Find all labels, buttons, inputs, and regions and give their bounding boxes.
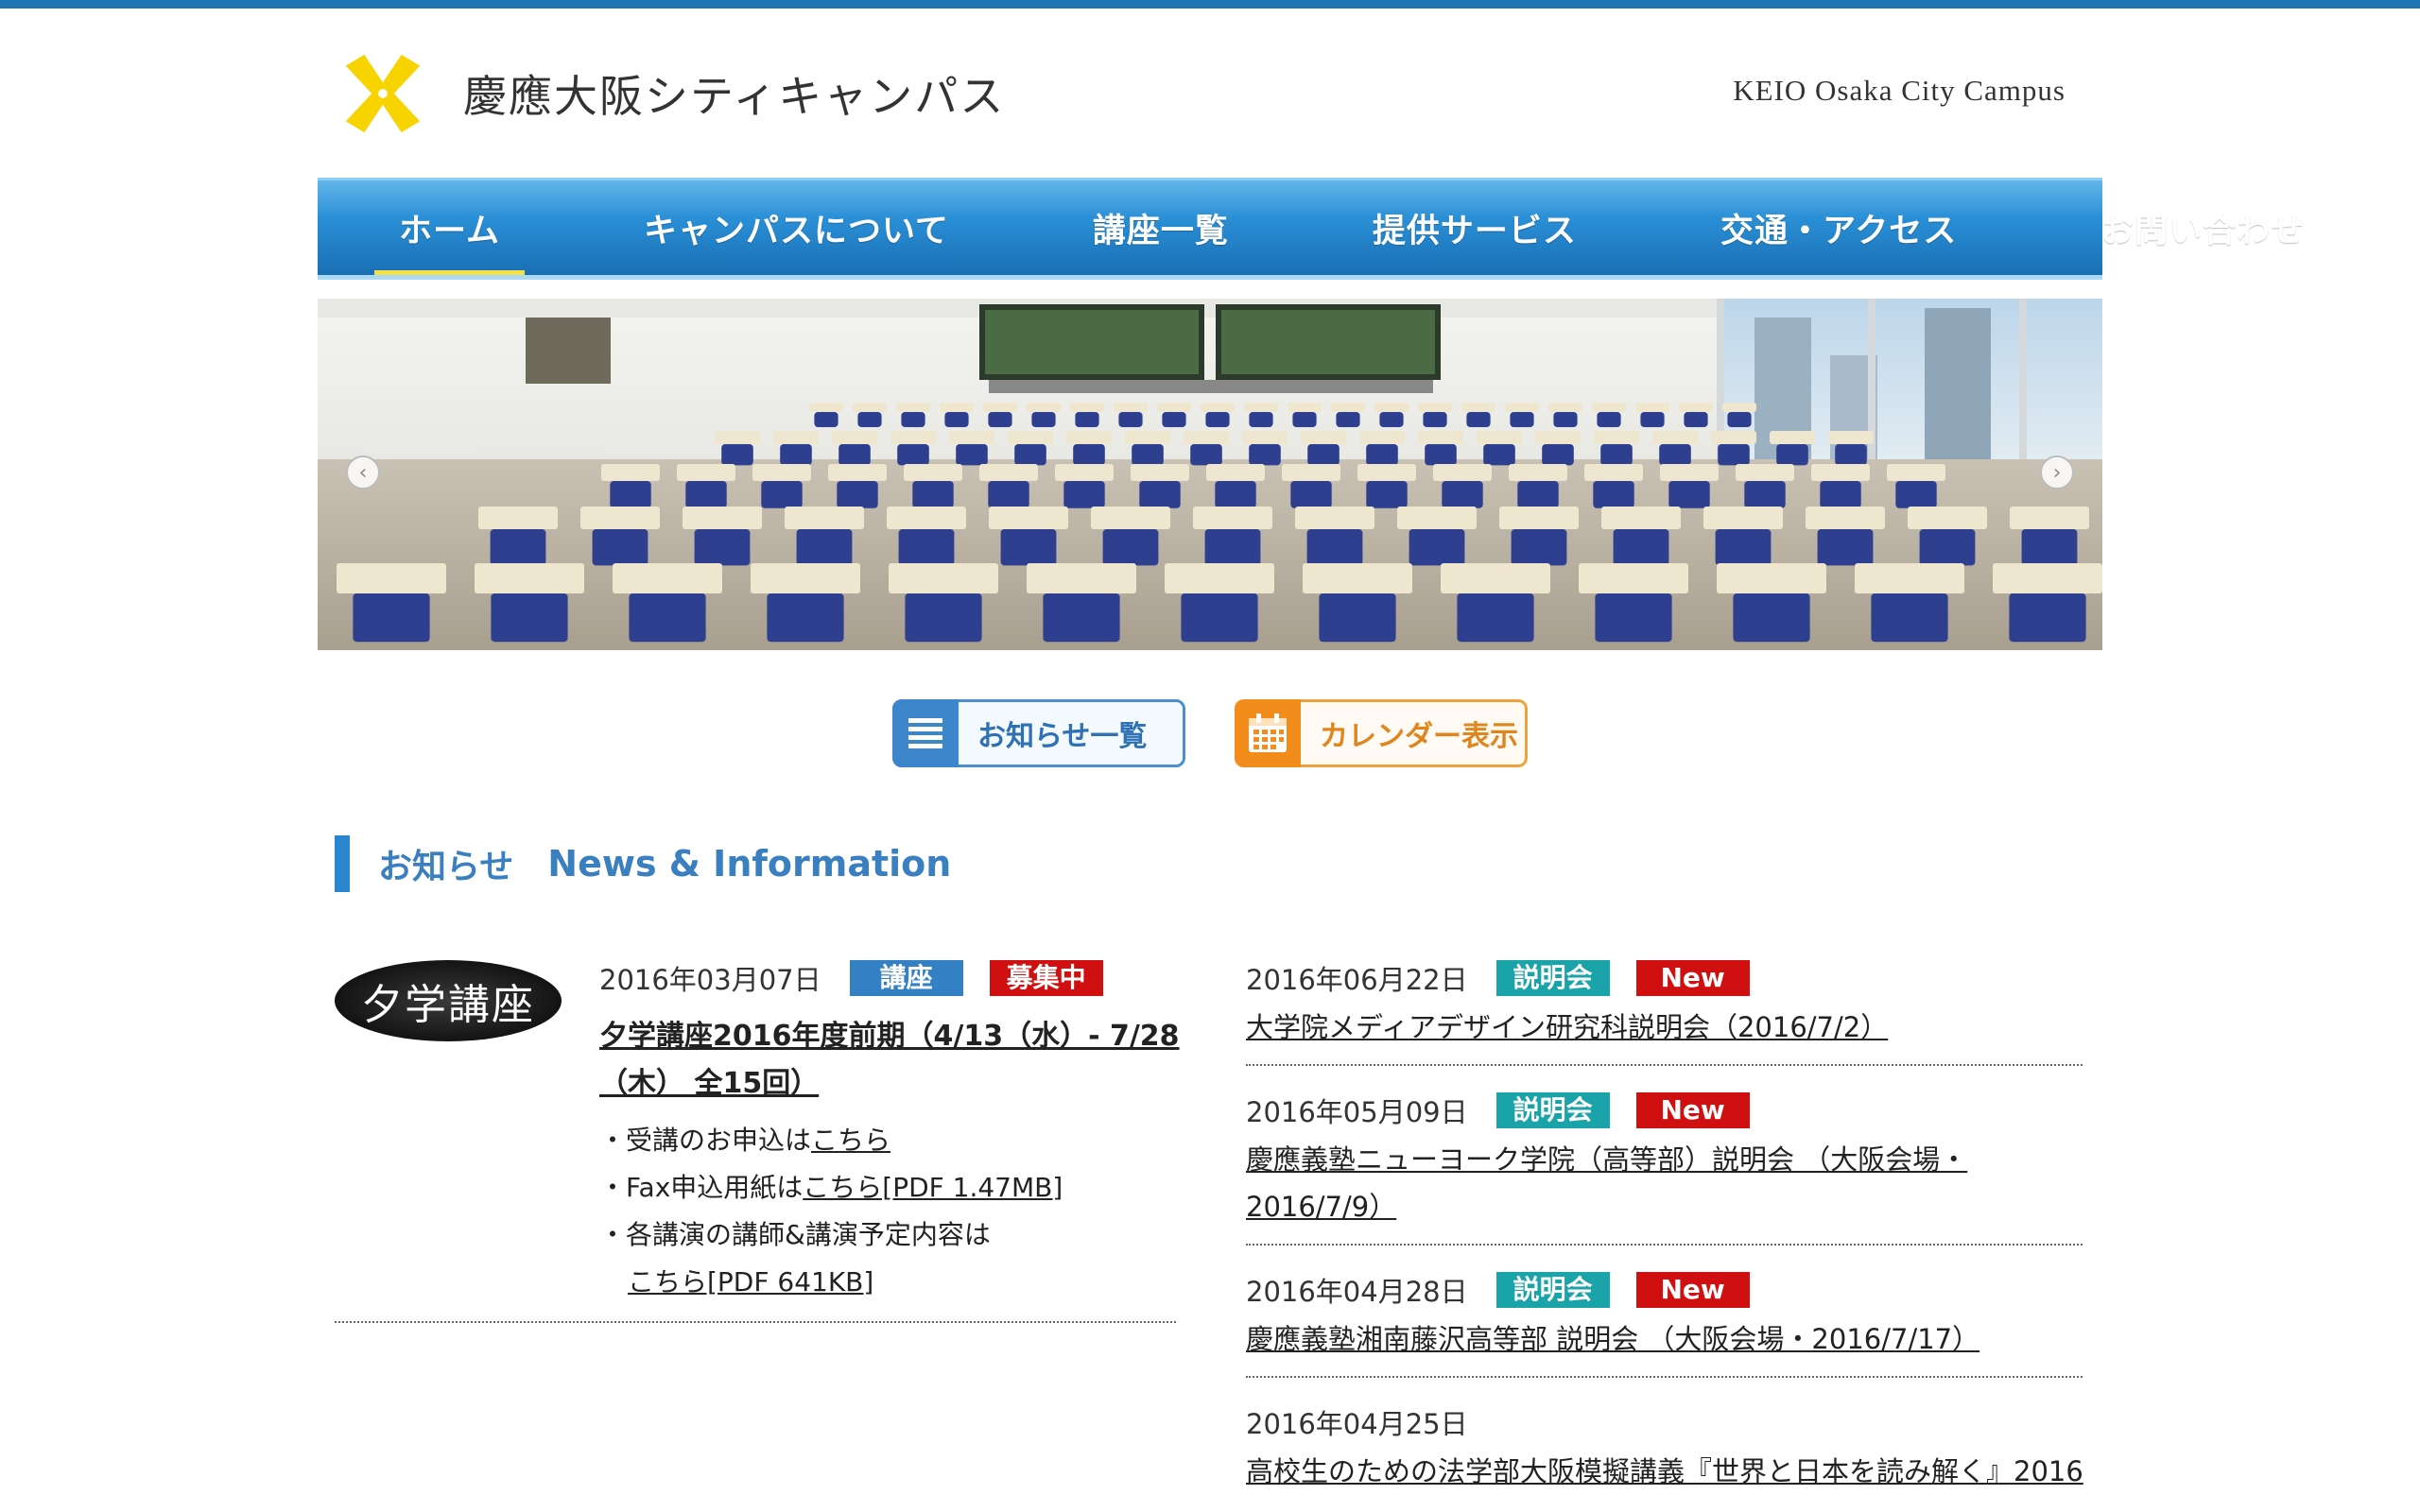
news-list-label: お知らせ一覧	[977, 720, 1148, 753]
yugaku-thumbnail[interactable]: 夕学講座	[335, 960, 562, 1041]
site-title-en: KEIO Osaka City Campus	[1733, 74, 2066, 107]
status-badge: 募集中	[989, 960, 1103, 996]
hero-slideshow: ‹ ›	[318, 299, 2102, 650]
apply-link[interactable]: こちら	[811, 1125, 890, 1156]
news-item: 2016年05月09日 説明会 New 慶應義塾ニューヨーク学院（高等部）説明会…	[1246, 1091, 2083, 1246]
category-badge: 説明会	[1495, 1272, 1610, 1308]
nav-item-about[interactable]: キャンパスについて	[619, 191, 974, 266]
category-badge: 説明会	[1495, 1092, 1610, 1128]
news-date: 2016年04月28日	[1246, 1276, 1468, 1308]
featured-news-item: 2016年03月07日 講座 募集中 夕学講座2016年度前期（4/13（水）-…	[599, 958, 1185, 1306]
calendar-label: カレンダー表示	[1320, 720, 1518, 753]
section-title-en: News & Information	[547, 843, 952, 885]
thumbnail-text: 夕学講座	[361, 981, 535, 1029]
keio-logo-icon[interactable]	[337, 47, 429, 140]
next-slide-button[interactable]: ›	[2040, 455, 2074, 490]
news-title-link[interactable]: 大学院メディアデザイン研究科説明会（2016/7/2）	[1246, 1004, 2083, 1051]
fax-form-link[interactable]: こちら[PDF 1.47MB]	[803, 1172, 1063, 1203]
nav-item-services[interactable]: 提供サービス	[1348, 191, 1601, 266]
list-item: ・Fax申込用紙はこちら[PDF 1.47MB]	[599, 1164, 1185, 1211]
prev-slide-button[interactable]: ‹	[346, 455, 380, 490]
news-date: 2016年03月07日	[599, 964, 821, 996]
divider	[335, 1321, 1176, 1323]
news-date: 2016年06月22日	[1246, 964, 1468, 996]
nav-item-home[interactable]: ホーム	[374, 191, 525, 275]
category-badge: 説明会	[1495, 960, 1610, 996]
news-date: 2016年04月25日	[1246, 1408, 1468, 1440]
news-date: 2016年05月09日	[1246, 1096, 1468, 1128]
list-item: ・各講演の講師&講演予定内容は	[599, 1211, 1185, 1259]
news-section-heading: お知らせ News & Information	[335, 835, 951, 892]
new-badge: New	[1635, 1272, 1750, 1308]
news-item: 2016年04月25日 高校生のための法学部大阪模擬講義『世界と日本を読み解く』…	[1246, 1402, 2083, 1508]
list-icon	[892, 699, 959, 767]
lecture-schedule-link[interactable]: こちら[PDF 641KB]	[628, 1266, 873, 1297]
line-text: ・受講のお申込は	[599, 1125, 812, 1156]
list-item: ・受講のお申込はこちら	[599, 1117, 1185, 1164]
news-item: 2016年04月28日 説明会 New 慶應義塾湘南藤沢高等部 説明会 （大阪会…	[1246, 1270, 2083, 1378]
new-badge: New	[1635, 960, 1750, 996]
news-list-button[interactable]: お知らせ一覧	[892, 699, 1185, 767]
calendar-button[interactable]: カレンダー表示	[1235, 699, 1528, 767]
news-item: 2016年06月22日 説明会 New 大学院メディアデザイン研究科説明会（20…	[1246, 958, 2083, 1066]
new-badge: New	[1635, 1092, 1750, 1128]
nav-item-contact[interactable]: お問い合わせ	[2076, 191, 2329, 266]
classroom-photo	[318, 299, 2102, 650]
news-title-link[interactable]: 高校生のための法学部大阪模擬講義『世界と日本を読み解く』2016	[1246, 1448, 2083, 1495]
section-title-jp: お知らせ	[378, 848, 514, 886]
news-list: 2016年06月22日 説明会 New 大学院メディアデザイン研究科説明会（20…	[1246, 958, 2083, 1512]
top-accent-bar	[0, 0, 2420, 9]
site-title[interactable]: 慶應大阪シティキャンパス	[463, 62, 1005, 125]
nav-item-access[interactable]: 交通・アクセス	[1696, 191, 1981, 266]
calendar-icon	[1235, 699, 1301, 767]
line-text: ・Fax申込用紙は	[599, 1172, 804, 1203]
nav-item-courses[interactable]: 講座一覧	[1068, 191, 1253, 266]
news-title-link[interactable]: 慶應義塾湘南藤沢高等部 説明会 （大阪会場・2016/7/17）	[1246, 1315, 2083, 1363]
main-nav: ホーム キャンパスについて 講座一覧 提供サービス 交通・アクセス お問い合わせ	[318, 178, 2304, 280]
category-badge: 講座	[849, 960, 963, 996]
featured-news-title-link[interactable]: 夕学講座2016年度前期（4/13（水）- 7/28（木） 全15回）	[599, 1013, 1185, 1108]
line-text: ・各講演の講師&講演予定内容は	[599, 1219, 991, 1250]
featured-link-list: ・受講のお申込はこちら ・Fax申込用紙はこちら[PDF 1.47MB] ・各講…	[599, 1117, 1185, 1306]
heading-accent-bar	[335, 835, 350, 892]
news-title-link[interactable]: 慶應義塾ニューヨーク学院（高等部）説明会 （大阪会場・2016/7/9）	[1246, 1136, 2083, 1230]
list-item: こちら[PDF 641KB]	[599, 1259, 1185, 1306]
